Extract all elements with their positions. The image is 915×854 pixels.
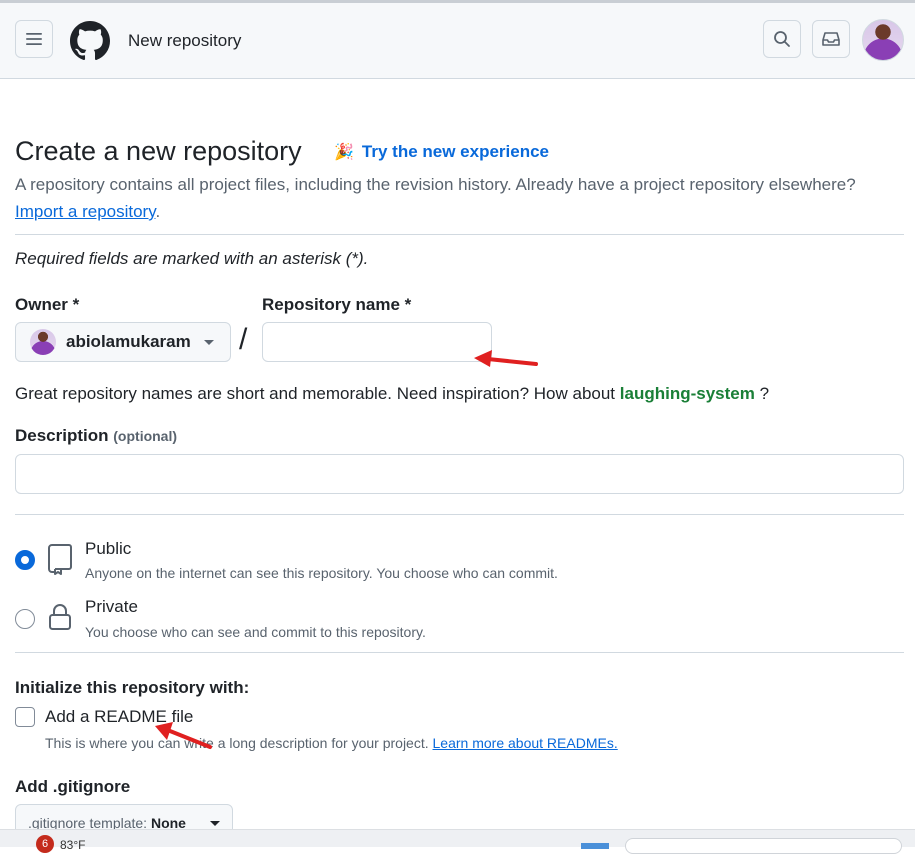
github-logo-icon[interactable] xyxy=(70,21,110,61)
try-new-experience-label: Try the new experience xyxy=(361,142,550,161)
inbox-icon xyxy=(822,32,840,46)
divider xyxy=(15,514,904,515)
annotation-arrow xyxy=(474,350,538,367)
taskbar-search-box[interactable] xyxy=(625,838,902,854)
weather-temperature[interactable]: 83°F xyxy=(60,838,85,852)
inspiration-text: Great repository names are short and mem… xyxy=(15,384,616,403)
import-line: Import a repository. xyxy=(15,202,160,222)
page-title: New repository xyxy=(128,31,242,50)
intro-text: A repository contains all project files,… xyxy=(15,175,856,194)
user-avatar[interactable] xyxy=(862,19,904,61)
divider xyxy=(15,234,904,235)
private-description: You choose who can see and commit to thi… xyxy=(85,624,426,640)
inspiration-end: ? xyxy=(759,384,770,403)
inbox-button[interactable] xyxy=(812,20,850,58)
page-heading: Create a new repository xyxy=(15,136,302,166)
owner-avatar xyxy=(30,329,56,355)
divider xyxy=(15,652,904,653)
optional-hint: (optional) xyxy=(113,428,178,444)
owner-dropdown[interactable]: abiolamukaram xyxy=(15,322,231,362)
repository-name-label: Repository name * xyxy=(262,295,412,314)
page-header: New repository xyxy=(0,3,915,79)
chevron-down-icon xyxy=(204,340,214,345)
owner-repo-separator: / xyxy=(239,323,248,356)
private-title: Private xyxy=(85,597,138,616)
private-radio[interactable] xyxy=(15,609,35,629)
repo-book-icon xyxy=(48,544,72,575)
required-fields-note: Required fields are marked with an aster… xyxy=(15,249,369,268)
name-inspiration: Great repository names are short and mem… xyxy=(15,384,769,404)
notification-badge[interactable]: 6 xyxy=(36,835,54,853)
try-new-experience-link[interactable]: 🎉 Try the new experience xyxy=(334,142,549,162)
import-repository-link[interactable]: Import a repository xyxy=(15,202,155,221)
owner-label: Owner * xyxy=(15,295,80,314)
readme-help-text: This is where you can write a long descr… xyxy=(45,735,429,751)
readme-checkbox[interactable] xyxy=(15,707,35,727)
suggested-name[interactable]: laughing-system xyxy=(620,384,755,403)
menu-button[interactable] xyxy=(15,20,53,58)
search-button[interactable] xyxy=(763,20,801,58)
search-icon xyxy=(774,31,790,47)
learn-more-readmes-link[interactable]: Learn more about READMEs. xyxy=(433,735,618,751)
owner-name: abiolamukaram xyxy=(66,332,191,351)
gitignore-heading: Add .gitignore xyxy=(15,777,131,796)
description-label: Description (optional) xyxy=(15,426,177,446)
description-label-text: Description xyxy=(15,426,109,445)
lock-icon xyxy=(49,604,71,630)
hamburger-menu-icon xyxy=(26,33,42,45)
public-radio[interactable] xyxy=(15,550,35,570)
public-title: Public xyxy=(85,539,132,558)
windows-start-icon[interactable] xyxy=(581,843,609,849)
chevron-down-icon xyxy=(210,821,220,826)
import-period: . xyxy=(155,202,161,221)
repository-name-input[interactable] xyxy=(262,322,492,362)
party-popper-icon: 🎉 xyxy=(334,144,354,161)
readme-help: This is where you can write a long descr… xyxy=(45,735,618,751)
annotation-arrow xyxy=(155,722,212,749)
initialize-heading: Initialize this repository with: xyxy=(15,678,250,697)
description-input[interactable] xyxy=(15,454,904,494)
public-description: Anyone on the internet can see this repo… xyxy=(85,565,558,581)
